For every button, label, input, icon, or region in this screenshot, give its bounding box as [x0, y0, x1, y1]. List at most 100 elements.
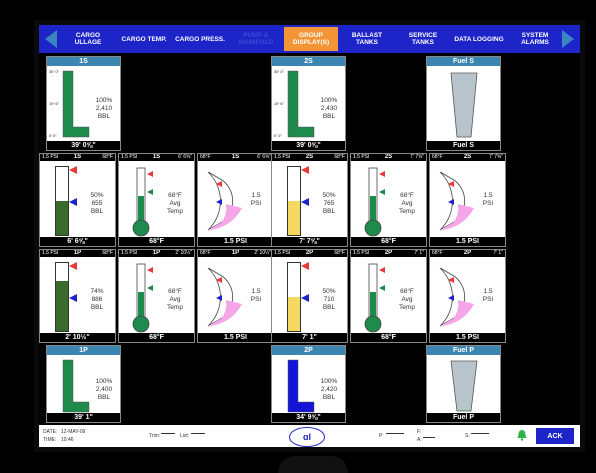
- date-label: DATE:: [43, 429, 58, 435]
- trim-value: [161, 433, 175, 434]
- tick-label: 0' 0": [274, 133, 282, 138]
- ullage-panel-2s[interactable]: 1.5 PSI 2S 68°F 50% 765 BBL 7' 7⅝": [271, 153, 348, 247]
- tank-values: 74% 886 BBL: [80, 288, 114, 312]
- volume-value: 765: [323, 200, 335, 207]
- ullage-bar: [287, 262, 301, 332]
- status-bar: DATE: 12-MAY-09 TIME: 10:46 Trim: List: …: [39, 425, 580, 447]
- press-panel-2p[interactable]: 68°F 2P 7' 1" 1.5 PSI 1.5 PSI: [429, 249, 506, 343]
- volume-unit: BBL: [322, 304, 336, 311]
- temp-label: Avg: [401, 200, 413, 207]
- header-right: 6' 6⅝": [178, 154, 192, 160]
- ack-button[interactable]: ACK: [536, 428, 574, 444]
- tank-panel-2p[interactable]: 2P 100% 2,420 BBL 34' 9⅝": [271, 345, 346, 423]
- p-label: P:: [379, 433, 384, 439]
- panel-header: 68°F 1P 2' 10½": [198, 250, 273, 257]
- ullage-bar: [55, 166, 69, 236]
- tank-values: 100% 2,410 BBL: [87, 97, 120, 121]
- fill-percent: 74%: [90, 288, 104, 295]
- panel-title: 1S: [47, 57, 120, 66]
- nav-left-arrow-icon[interactable]: [45, 30, 57, 48]
- press-panel-1p[interactable]: 68°F 1P 2' 10½" 1.5 PSI 1.5 PSI: [197, 249, 274, 343]
- ullage-bar: [55, 262, 69, 332]
- panel-footer: 68°F: [119, 333, 194, 342]
- tank-values: 100% 2,420 BBL: [312, 378, 345, 402]
- nav-cargo-temp[interactable]: CARGO TEMP.: [117, 27, 171, 51]
- tank-panel-1s[interactable]: 1S 39' 0" 19' 6" 0' 0" 100% 2,410 BBL 39…: [46, 56, 121, 151]
- volume-value: 886: [91, 296, 103, 303]
- pressure-value: 1.5: [483, 288, 493, 295]
- temp-values: 68°F Avg Temp: [157, 288, 193, 312]
- panel-header: 1.5 PSI 2P 7' 1": [351, 250, 426, 257]
- press-panel-2s[interactable]: 68°F 2S 7' 7⅝" 1.5 PSI 1.5 PSI: [429, 153, 506, 247]
- temp-label: Temp: [167, 304, 183, 311]
- volume-value: 2,400: [95, 386, 113, 393]
- pressure-value: 1.5: [483, 192, 493, 199]
- fuel-panel-p[interactable]: Fuel P Fuel P: [426, 345, 501, 423]
- press-panel-1s[interactable]: 68°F 1S 6' 6⅝" 1.5 PSI 1.5 PSI: [197, 153, 274, 247]
- panel-footer: Fuel P: [427, 413, 500, 422]
- tick-label: 39' 0": [274, 69, 284, 74]
- fill-percent: 100%: [95, 97, 113, 104]
- pressure-gauge-icon: [207, 267, 242, 327]
- tick-label: 19' 6": [49, 101, 59, 106]
- alarm-bell-icon[interactable]: [516, 429, 528, 441]
- ullage-panel-1p[interactable]: 1.5 PSI 1P 68°F 74% 886 BBL 2' 10½": [39, 249, 116, 343]
- pressure-unit: PSI: [482, 200, 494, 207]
- header-right: 7' 1": [414, 250, 424, 256]
- panel-title: Fuel S: [427, 57, 500, 66]
- nav-system-alarms[interactable]: SYSTEM ALARMS: [508, 27, 562, 51]
- temp-panel-2s[interactable]: 1.5 PSI 2S 7' 7⅝" 68°F Avg Temp 68°F: [350, 153, 427, 247]
- temp-panel-1s[interactable]: 1.5 PSI 1S 6' 6⅝" 68°F Avg Temp 68°F: [118, 153, 195, 247]
- tick-label: 0' 0": [49, 133, 57, 138]
- temp-value: 68°F: [168, 288, 182, 295]
- panel-footer: 6' 6⅝": [40, 237, 115, 246]
- nav-ballast-tanks[interactable]: BALLAST TANKS: [340, 27, 394, 51]
- volume-unit: BBL: [90, 208, 104, 215]
- panel-footer: 68°F: [119, 237, 194, 246]
- nav-data-logging[interactable]: DATA LOGGING: [452, 27, 506, 51]
- tank-values: 100% 2,430 BBL: [312, 97, 345, 121]
- tank-panel-1p[interactable]: 1P 100% 2,400 BBL 39' 1": [46, 345, 121, 423]
- temp-panel-2p[interactable]: 1.5 PSI 2P 7' 1" 68°F Avg Temp 68°F: [350, 249, 427, 343]
- temp-label: Temp: [399, 208, 415, 215]
- panel-header: 1.5 PSI 1P 2' 10½": [119, 250, 194, 257]
- ullage-panel-1s[interactable]: 1.5 PSI 1S 68°F 50% 655 BBL 6' 6⅝": [39, 153, 116, 247]
- temp-label: Avg: [401, 296, 413, 303]
- volume-unit: BBL: [322, 394, 336, 401]
- panel-footer: 39' 0⅝": [47, 141, 120, 150]
- panel-header: 1.5 PSI 1S 6' 6⅝": [119, 154, 194, 161]
- pressure-unit: PSI: [250, 296, 262, 303]
- header-right: 7' 1": [493, 250, 503, 256]
- temp-panel-1p[interactable]: 1.5 PSI 1P 2' 10½" 68°F Avg Temp 68°F: [118, 249, 195, 343]
- fuel-panel-s[interactable]: Fuel S Fuel S: [426, 56, 501, 151]
- temp-value: 68°F: [400, 192, 414, 199]
- nav-cargo-ullage[interactable]: CARGO ULLAGE: [61, 27, 115, 51]
- nav-service-tanks[interactable]: SERVICE TANKS: [396, 27, 450, 51]
- panel-footer: 7' 1": [272, 333, 347, 342]
- pressure-value: 1.5: [251, 288, 261, 295]
- pressure-values: 1.5 PSI: [474, 192, 502, 208]
- fill-percent: 100%: [95, 378, 113, 385]
- panel-header: 1.5 PSI 1S 68°F: [40, 154, 115, 161]
- fill-percent: 50%: [90, 192, 104, 199]
- panel-header: 68°F 2S 7' 7⅝": [430, 154, 505, 161]
- monitor-stand: [278, 456, 348, 473]
- nav-group-display[interactable]: GROUP DISPLAY(S): [284, 27, 338, 51]
- ullage-fill: [56, 201, 68, 235]
- ullage-panel-2p[interactable]: 1.5 PSI 2P 68°F 50% 710 BBL 7' 1": [271, 249, 348, 343]
- temp-values: 68°F Avg Temp: [157, 192, 193, 216]
- panel-footer: 2' 10½": [40, 333, 115, 342]
- panel-footer: 1.5 PSI: [430, 237, 505, 246]
- panel-header: 1.5 PSI 1P 68°F: [40, 250, 115, 257]
- tick-label: 39' 0": [49, 69, 59, 74]
- nav-cargo-press[interactable]: CARGO PRESS.: [173, 27, 227, 51]
- tank-panel-2s[interactable]: 2S 39' 0" 19' 6" 0' 0" 100% 2,430 BBL 39…: [271, 56, 346, 151]
- tank-values: 50% 655 BBL: [80, 192, 114, 216]
- screen: CARGO ULLAGE CARGO TEMP. CARGO PRESS. PU…: [39, 25, 580, 447]
- nav-right-arrow-icon[interactable]: [562, 30, 574, 48]
- volume-unit: BBL: [90, 304, 104, 311]
- temp-values: 68°F Avg Temp: [389, 192, 425, 216]
- pressure-unit: PSI: [482, 296, 494, 303]
- panel-header: 1.5 PSI 2P 68°F: [272, 250, 347, 257]
- pressure-gauge-icon: [439, 171, 474, 231]
